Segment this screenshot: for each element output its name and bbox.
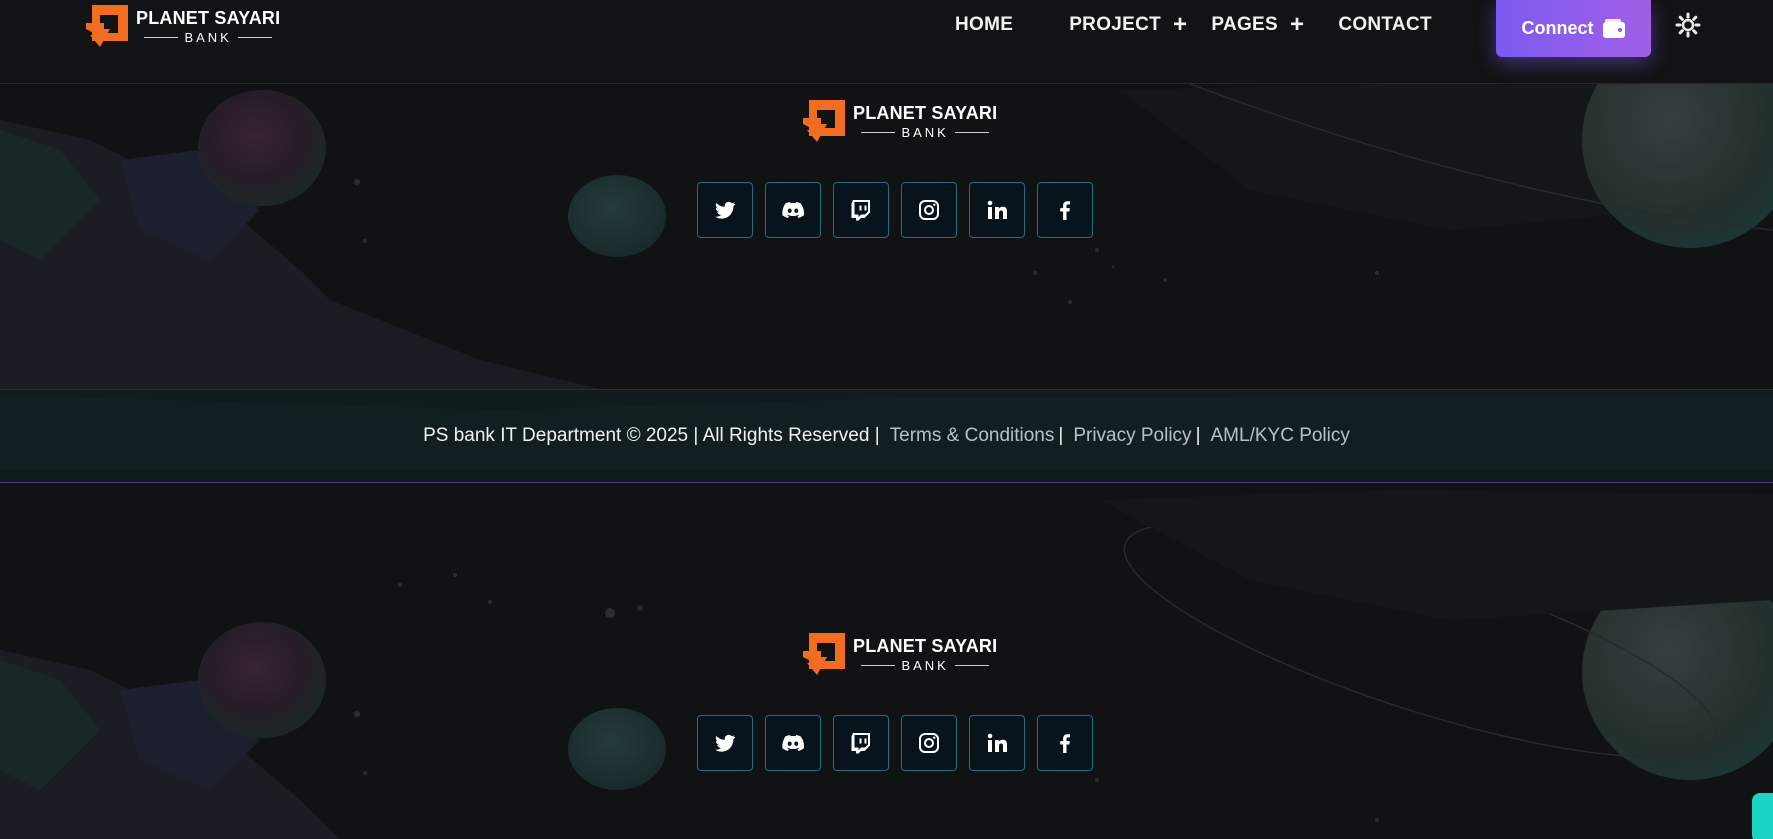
linkedin-icon	[987, 733, 1007, 752]
discord-icon	[782, 202, 805, 218]
brand-name: PLANET SAYARI	[136, 7, 281, 28]
wallet-icon	[1602, 18, 1625, 38]
instagram-link[interactable]	[901, 182, 957, 238]
twitch-link[interactable]	[833, 715, 889, 771]
footer-logo[interactable]: PLANET SAYARI BANK	[803, 633, 997, 675]
privacy-link[interactable]: Privacy Policy	[1073, 425, 1191, 447]
brand-name: PLANET SAYARI	[853, 102, 998, 123]
linkedin-link[interactable]	[969, 182, 1025, 238]
facebook-icon	[1060, 734, 1070, 753]
social-links	[697, 182, 1093, 238]
nav-home[interactable]: HOME	[955, 14, 1013, 36]
social-links	[697, 715, 1093, 771]
discord-icon	[782, 735, 805, 751]
nav-contact[interactable]: CONTACT	[1338, 14, 1432, 36]
link-separator: |	[1058, 425, 1064, 446]
chat-widget-tab[interactable]	[1752, 793, 1773, 839]
gear-icon[interactable]	[1675, 12, 1701, 38]
brand-name: PLANET SAYARI	[853, 635, 998, 656]
twitter-link[interactable]	[697, 715, 753, 771]
facebook-link[interactable]	[1037, 182, 1093, 238]
nav-project-label: PROJECT	[1069, 14, 1162, 35]
discord-link[interactable]	[765, 715, 821, 771]
twitch-icon	[851, 200, 870, 221]
nav-pages[interactable]: PAGES +	[1211, 13, 1304, 37]
brand-sub: BANK	[853, 126, 997, 139]
nav-contact-label: CONTACT	[1338, 14, 1432, 35]
nav-pages-label: PAGES	[1211, 14, 1278, 35]
site-header: PLANET SAYARI BANK HOME PROJECT + PAGES …	[0, 0, 1773, 84]
plus-icon: +	[1289, 11, 1305, 38]
brand-mark-icon	[803, 100, 845, 142]
discord-link[interactable]	[765, 182, 821, 238]
copyright-text: PS bank IT Department © 2025 | All Right…	[423, 425, 880, 446]
aml-kyc-link[interactable]: AML/KYC Policy	[1211, 425, 1350, 447]
terms-link[interactable]: Terms & Conditions	[890, 425, 1055, 447]
twitch-icon	[851, 733, 870, 754]
link-separator: |	[1195, 425, 1201, 446]
main-nav: HOME PROJECT + PAGES + CONTACT	[955, 12, 1432, 38]
twitter-icon	[715, 201, 736, 219]
instagram-link[interactable]	[901, 715, 957, 771]
footer-logo[interactable]: PLANET SAYARI BANK	[803, 100, 997, 142]
twitter-link[interactable]	[697, 182, 753, 238]
facebook-icon	[1060, 201, 1070, 220]
twitch-link[interactable]	[833, 182, 889, 238]
copyright-bar: PS bank IT Department © 2025 | All Right…	[0, 389, 1773, 483]
facebook-link[interactable]	[1037, 715, 1093, 771]
connect-label: Connect	[1521, 18, 1594, 38]
connect-wallet-button[interactable]: Connect	[1496, 0, 1651, 57]
header-logo[interactable]: PLANET SAYARI BANK	[86, 5, 280, 47]
linkedin-icon	[987, 200, 1007, 219]
nav-home-label: HOME	[955, 14, 1014, 35]
brand-sub: BANK	[136, 31, 280, 44]
nav-project[interactable]: PROJECT +	[1069, 13, 1187, 37]
plus-icon: +	[1173, 11, 1188, 38]
brand-mark-icon	[803, 633, 845, 675]
brand-sub: BANK	[853, 659, 997, 672]
instagram-icon	[919, 733, 939, 753]
instagram-icon	[919, 200, 939, 220]
brand-mark-icon	[86, 5, 128, 47]
twitter-icon	[715, 734, 736, 752]
linkedin-link[interactable]	[969, 715, 1025, 771]
